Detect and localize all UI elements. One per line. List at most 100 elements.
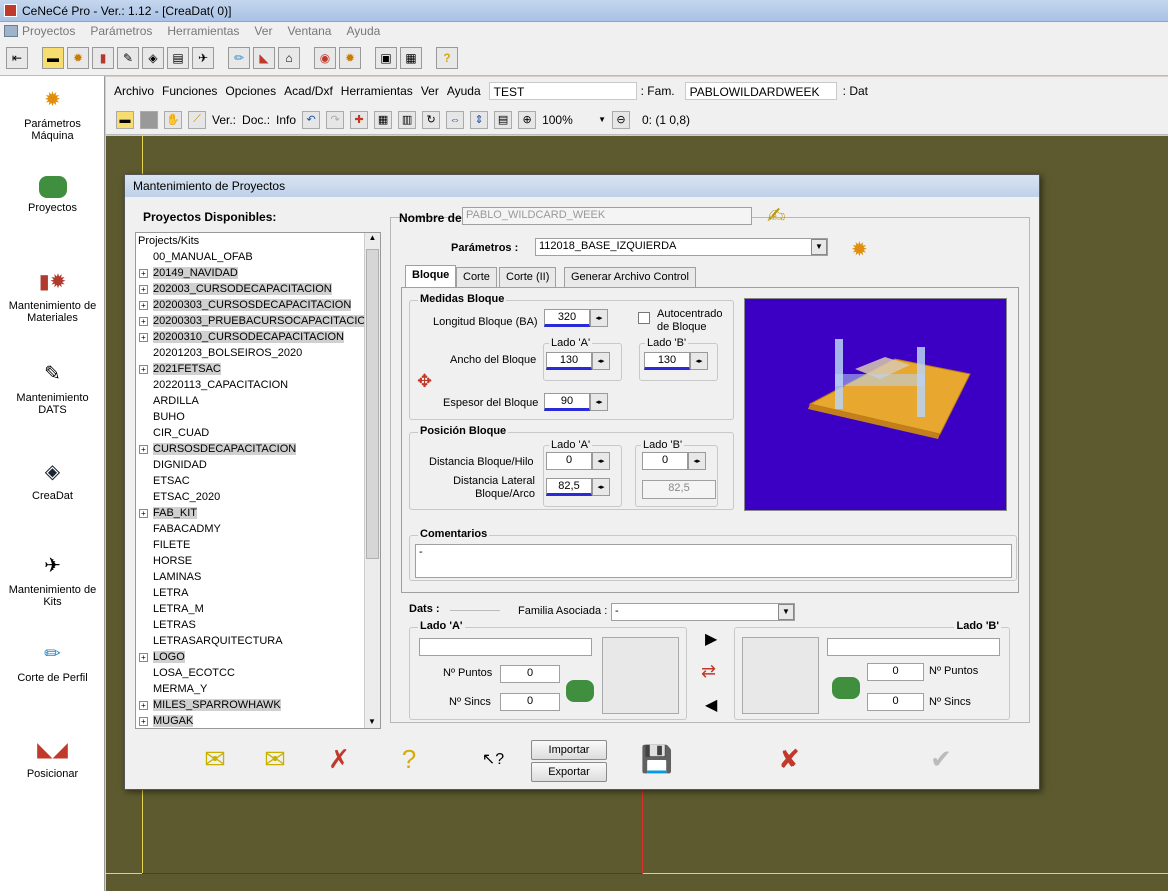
- doc-label[interactable]: Doc.:: [242, 113, 270, 127]
- tab-generar-archivo[interactable]: Generar Archivo Control: [564, 267, 696, 287]
- comentarios-textarea[interactable]: -: [415, 544, 1012, 578]
- tree-item[interactable]: 20220113_CAPACITACION: [136, 377, 380, 393]
- kits-icon[interactable]: ✈: [192, 46, 214, 69]
- posicionar-icon[interactable]: ◣: [253, 46, 275, 69]
- ver-label[interactable]: Ver.:: [212, 113, 236, 127]
- accept-icon[interactable]: ✔: [923, 741, 959, 777]
- tree-item[interactable]: + MUGAK: [136, 713, 380, 728]
- spin-arrows-icon[interactable]: ◂▸: [592, 452, 610, 470]
- tree-item[interactable]: +20200303_PRUEBACURSOCAPACITACION: [136, 313, 380, 329]
- tree-item[interactable]: + CURSOSDECAPACITACION: [136, 441, 380, 457]
- menu-opciones[interactable]: Opciones: [225, 84, 276, 98]
- sidebar-item-corte-perfil[interactable]: ✏ Corte de Perfil: [0, 638, 105, 685]
- longitud-spinner[interactable]: 320 ◂▸: [544, 309, 608, 327]
- sidebar-item-posicionar[interactable]: ◣◢ Posicionar: [0, 734, 105, 781]
- spin-arrows-icon[interactable]: ◂▸: [592, 478, 610, 496]
- delete-project-icon[interactable]: ✗: [321, 741, 357, 777]
- tree-root[interactable]: Projects/Kits: [136, 233, 380, 249]
- mirror-v-icon[interactable]: ⇕: [470, 110, 489, 129]
- sidebar-item-materiales[interactable]: ▮✹ Mantenimiento de Materiales: [0, 266, 105, 325]
- ancho-a-value[interactable]: 130: [546, 352, 592, 370]
- menu-proyectos[interactable]: Proyectos: [22, 24, 75, 38]
- expand-icon[interactable]: +: [139, 285, 148, 294]
- tree-item[interactable]: + MILES_SPARROWHAWK: [136, 697, 380, 713]
- gear-icon[interactable]: ✹: [851, 237, 868, 262]
- crosshair-icon[interactable]: ✚: [350, 110, 369, 129]
- settings-icon[interactable]: ✹: [339, 46, 361, 69]
- pencil-icon[interactable]: ✏: [228, 46, 250, 69]
- menu-ventana[interactable]: Ventana: [287, 24, 331, 38]
- info-dropdown[interactable]: Info: [276, 113, 296, 127]
- redo-icon[interactable]: ↷: [326, 110, 345, 129]
- parametros-dropdown-icon[interactable]: ▼: [811, 239, 827, 255]
- tree-item[interactable]: CIR_CUAD: [136, 425, 380, 441]
- parametros-select[interactable]: 112018_BASE_IZQUIERDA: [535, 238, 828, 256]
- zoom-in-icon[interactable]: ⊕: [518, 110, 537, 129]
- tree-item[interactable]: LETRAS: [136, 617, 380, 633]
- help-icon[interactable]: ?: [436, 46, 458, 69]
- sidebar-item-dats[interactable]: ✎ Mantenimiento DATS: [0, 358, 105, 417]
- tree-item[interactable]: LOSA_ECOTCC: [136, 665, 380, 681]
- edit-name-icon[interactable]: ✍: [767, 203, 785, 229]
- resize-arrows-icon[interactable]: ✥: [417, 371, 432, 392]
- menu-herramientas[interactable]: Herramientas: [167, 24, 239, 38]
- help-icon[interactable]: ?: [391, 741, 427, 777]
- expand-icon[interactable]: +: [139, 653, 148, 662]
- menu-ver[interactable]: Ver: [254, 24, 272, 38]
- dat-field[interactable]: PABLOWILDARDWEEK: [684, 82, 837, 100]
- expand-icon[interactable]: +: [139, 317, 148, 326]
- expand-icon[interactable]: +: [139, 269, 148, 278]
- document-icon[interactable]: ▤: [167, 46, 189, 69]
- scroll-up-icon[interactable]: ▲: [365, 233, 380, 247]
- tree-item[interactable]: +2021FETSAC: [136, 361, 380, 377]
- tree-item[interactable]: ETSAC_2020: [136, 489, 380, 505]
- tree-item[interactable]: MERMA_Y: [136, 681, 380, 697]
- puntos-a-value[interactable]: 0: [500, 665, 560, 683]
- menu-ayuda[interactable]: Ayuda: [346, 24, 380, 38]
- menu-herramientas-inner[interactable]: Herramientas: [341, 84, 413, 98]
- zoom-select[interactable]: 100%: [542, 113, 592, 127]
- zoom-dropdown-icon[interactable]: ▼: [598, 115, 606, 124]
- spin-arrows-icon[interactable]: ◂▸: [688, 452, 706, 470]
- stop-icon[interactable]: [140, 110, 158, 129]
- menu-funciones[interactable]: Funciones: [162, 84, 217, 98]
- spin-arrows-icon[interactable]: ◂▸: [592, 352, 610, 370]
- puntos-b-value[interactable]: 0: [867, 663, 924, 681]
- tree-item[interactable]: FILETE: [136, 537, 380, 553]
- context-help-icon[interactable]: ↖?: [475, 741, 511, 777]
- familia-dropdown-icon[interactable]: ▼: [778, 604, 794, 620]
- expand-icon[interactable]: +: [139, 333, 148, 342]
- lateral-a-spinner[interactable]: 82,5 ◂▸: [546, 478, 610, 496]
- open-folder-icon[interactable]: ▬: [42, 46, 64, 69]
- new-project-icon[interactable]: ✉: [197, 741, 233, 777]
- spin-arrows-icon[interactable]: ◂▸: [590, 309, 608, 327]
- nombre-field[interactable]: PABLO_WILDCARD_WEEK: [462, 207, 752, 225]
- tree-item[interactable]: +20149_NAVIDAD: [136, 265, 380, 281]
- fam-field[interactable]: TEST: [488, 82, 637, 100]
- dats-a-name-field[interactable]: [419, 638, 592, 656]
- exportar-button[interactable]: Exportar: [531, 762, 607, 782]
- menu-ayuda-inner[interactable]: Ayuda: [447, 84, 481, 98]
- tree-item[interactable]: 20201203_BOLSEIROS_2020: [136, 345, 380, 361]
- tree-item[interactable]: +20200303_CURSOSDECAPACITACION: [136, 297, 380, 313]
- sidebar-item-kits[interactable]: ✈ Mantenimiento de Kits: [0, 550, 105, 609]
- hand-icon[interactable]: ✋: [164, 110, 182, 129]
- window-icon[interactable]: ▣: [375, 46, 397, 69]
- zoom-out-icon[interactable]: ⊖: [611, 110, 630, 129]
- tree-item[interactable]: +20200310_CURSODECAPACITACION: [136, 329, 380, 345]
- tree-item[interactable]: + LOGO: [136, 649, 380, 665]
- gear-icon[interactable]: ✹: [67, 46, 89, 69]
- tree-item[interactable]: LETRA: [136, 585, 380, 601]
- grid-icon[interactable]: ▦: [374, 110, 393, 129]
- familia-select[interactable]: -: [611, 603, 795, 621]
- ancho-a-spinner[interactable]: 130 ◂▸: [546, 352, 610, 370]
- tree-item[interactable]: LETRASARQUITECTURA: [136, 633, 380, 649]
- expand-icon[interactable]: +: [139, 509, 148, 518]
- swap-arrows-icon[interactable]: ⇄: [701, 661, 716, 682]
- distancia-a-spinner[interactable]: 0 ◂▸: [546, 452, 610, 470]
- menu-parametros[interactable]: Parámetros: [90, 24, 152, 38]
- dats-icon[interactable]: ✎: [117, 46, 139, 69]
- importar-button[interactable]: Importar: [531, 740, 607, 760]
- distancia-b-value[interactable]: 0: [642, 452, 688, 470]
- espesor-spinner[interactable]: 90 ◂▸: [544, 393, 608, 411]
